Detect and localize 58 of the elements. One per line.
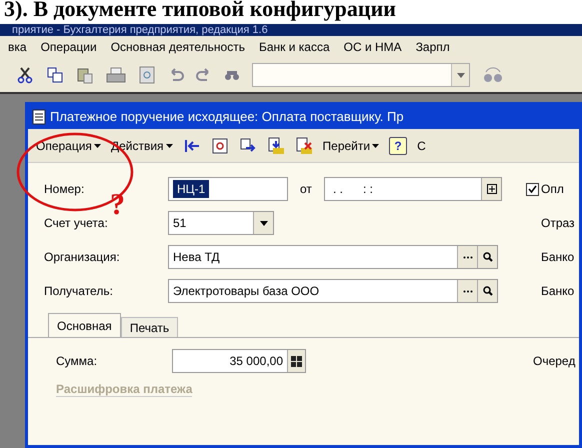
caret-icon (372, 144, 380, 148)
menu-item[interactable]: вка (8, 38, 27, 56)
section-heading: Расшифровка платежа (56, 382, 192, 397)
menu-button[interactable]: Перейти (322, 136, 380, 154)
menu-item[interactable]: Банк и касса (258, 38, 330, 56)
field-label: Сумма: (56, 353, 98, 370)
window-title: Платежное поручение исходящее: Оплата поставщику. Пр (50, 108, 404, 126)
amount-field[interactable]: 35 000,00 (172, 349, 306, 373)
toolbar-button[interactable]: С (417, 136, 426, 154)
tab[interactable]: Основная (48, 313, 121, 337)
date-field[interactable]: . . : : (324, 177, 502, 201)
cut-icon[interactable] (16, 66, 34, 84)
search-icon (482, 286, 492, 296)
field-label: Организация: (44, 249, 121, 266)
document-cross-icon[interactable] (294, 136, 313, 154)
menu-item[interactable]: ОС и НМА (344, 38, 402, 56)
ellipsis-icon (462, 290, 472, 292)
refresh-icon[interactable] (210, 136, 229, 154)
menu-item[interactable]: Операции (40, 38, 97, 56)
menu-item[interactable]: Основная деятельность (110, 38, 245, 56)
copy-icon[interactable] (238, 136, 257, 154)
menu-item[interactable]: Зарпл (416, 38, 450, 56)
document-arrow-icon[interactable] (266, 136, 285, 154)
checkbox[interactable] (526, 182, 539, 196)
number-field[interactable]: НЦ-1 (168, 177, 288, 201)
printer-icon[interactable] (106, 66, 126, 84)
field-label: Очеред (533, 353, 576, 370)
window-title: приятие - Бухгалтерия предприятия, редакция 1.6 (12, 24, 268, 36)
caret-icon (94, 144, 101, 148)
tab[interactable]: Печать (120, 317, 178, 337)
copy-icon[interactable] (46, 66, 64, 84)
select-field[interactable]: 51 (168, 211, 274, 235)
document-icon (32, 109, 46, 125)
paste-icon[interactable] (76, 66, 94, 84)
field-label: Отраз (541, 215, 576, 232)
search-field[interactable] (252, 63, 470, 87)
check-icon (528, 184, 537, 194)
caret-icon (166, 144, 173, 148)
search-icon (482, 252, 492, 262)
caret-icon (456, 72, 464, 78)
calculator-icon (291, 356, 302, 366)
help-button[interactable]: ? (389, 136, 408, 154)
plus-minus-icon (486, 184, 496, 194)
reference-field[interactable]: Электротовары база ООО (168, 279, 498, 303)
heading: 3). В документе типовой конфигурации (3, 0, 397, 23)
field-label: Счет учета: (44, 215, 109, 232)
menu-button[interactable]: Операция (36, 136, 101, 154)
caret-icon (260, 220, 268, 226)
reference-field[interactable]: Нева ТД (168, 245, 498, 269)
date-label: от (300, 181, 313, 198)
field-label: Банко (541, 283, 576, 300)
field-label: Банко (541, 249, 576, 266)
preview-icon[interactable] (138, 66, 156, 84)
calendar-button[interactable] (481, 178, 501, 200)
ellipsis-icon (462, 256, 472, 258)
field-label: Опл (541, 181, 565, 198)
field-label: Номер: (44, 181, 86, 198)
field-label: Получатель: (44, 283, 114, 300)
